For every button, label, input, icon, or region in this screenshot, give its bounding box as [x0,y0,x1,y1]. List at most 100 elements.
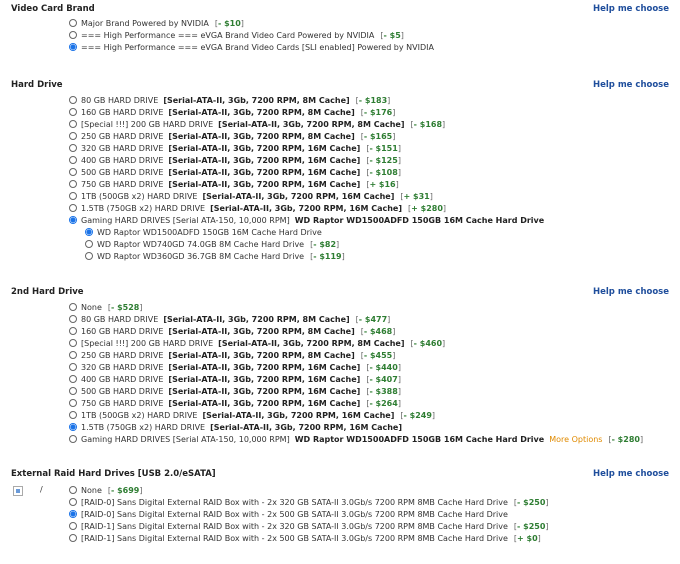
hard-drive-option-spec: [Serial-ATA-II, 3Gb, 7200 RPM, 8M Cache] [218,120,405,129]
radio-button[interactable] [69,30,77,39]
bracket-close: ] [545,522,549,531]
hard-drive-option[interactable]: 160 GB HARD DRIVE [Serial-ATA-II, 3Gb, 72… [69,107,395,119]
hard-drive-option[interactable]: 500 GB HARD DRIVE [Serial-ATA-II, 3Gb, 72… [69,167,401,179]
price-adjustment: [- $250] [514,498,549,507]
video-card-option[interactable]: === High Performance === eVGA Brand Vide… [69,42,434,54]
second-hard-drive-option-label: 750 GB HARD DRIVE [81,399,164,408]
price-adjustment: [- $280] [608,435,643,444]
radio-button[interactable] [69,18,77,27]
radio-button[interactable] [69,422,77,431]
radio-button[interactable] [69,143,77,152]
hard-drive-option[interactable]: 250 GB HARD DRIVE [Serial-ATA-II, 3Gb, 72… [69,131,395,143]
radio-button[interactable] [69,509,77,518]
hard-drive-option-label: [Special !!!] 200 GB HARD DRIVE [81,120,214,129]
second-hard-drive-option[interactable]: 750 GB HARD DRIVE [Serial-ATA-II, 3Gb, 72… [69,398,401,410]
price-adjustment: [- $168] [411,120,446,129]
raid-option[interactable]: None [- $699] [69,485,143,497]
radio-button[interactable] [69,155,77,164]
second-hard-drive-option[interactable]: 160 GB HARD DRIVE [Serial-ATA-II, 3Gb, 72… [69,326,395,338]
help-link-video-card[interactable]: Help me choose [593,4,669,14]
radio-button[interactable] [69,314,77,323]
video-card-option-label: === High Performance === eVGA Brand Vide… [81,31,375,40]
second-hard-drive-option[interactable]: 400 GB HARD DRIVE [Serial-ATA-II, 3Gb, 72… [69,374,401,386]
price-adjustment: [+ $31] [400,192,432,201]
second-hard-drive-option[interactable]: 250 GB HARD DRIVE [Serial-ATA-II, 3Gb, 72… [69,350,395,362]
second-hard-drive-option[interactable]: 1.5TB (750GB x2) HARD DRIVE [Serial-ATA-I… [69,422,402,434]
second-hard-drive-option[interactable]: 80 GB HARD DRIVE [Serial-ATA-II, 3Gb, 720… [69,314,390,326]
radio-button[interactable] [69,362,77,371]
radio-button[interactable] [69,215,77,224]
price-value: - $388 [369,387,398,396]
radio-button[interactable] [69,179,77,188]
hard-drive-option-spec: [Serial-ATA-II, 3Gb, 7200 RPM, 16M Cache… [168,168,361,177]
radio-button[interactable] [85,227,93,236]
hard-drive-option[interactable]: 320 GB HARD DRIVE [Serial-ATA-II, 3Gb, 72… [69,143,401,155]
radio-button[interactable] [69,497,77,506]
radio-button[interactable] [69,131,77,140]
raptor-option[interactable]: WD Raptor WD740GD 74.0GB 8M Cache Hard D… [85,239,339,251]
raid-option[interactable]: [RAID-1] Sans Digital External RAID Box … [69,521,549,533]
radio-button[interactable] [69,398,77,407]
raid-option[interactable]: [RAID-0] Sans Digital External RAID Box … [69,497,549,509]
video-card-option[interactable]: === High Performance === eVGA Brand Vide… [69,30,404,42]
second-hard-drive-option[interactable]: 1TB (500GB x2) HARD DRIVE [Serial-ATA-II,… [69,410,435,422]
raptor-option-label: WD Raptor WD360GD 36.7GB 8M Cache Hard D… [97,252,305,261]
raid-option[interactable]: [RAID-0] Sans Digital External RAID Box … [69,509,508,521]
radio-button[interactable] [69,350,77,359]
video-card-section: Video Card Brand Help me choose Major Br… [0,4,680,56]
hard-drive-option[interactable]: 750 GB HARD DRIVE [Serial-ATA-II, 3Gb, 72… [69,179,399,191]
second-hard-drive-option[interactable]: Gaming HARD DRIVES [Serial ATA-150, 10,0… [69,434,643,446]
raid-option[interactable]: [RAID-1] Sans Digital External RAID Box … [69,533,541,545]
radio-button[interactable] [69,434,77,443]
help-link-second-hard-drive[interactable]: Help me choose [593,287,669,297]
hard-drive-option[interactable]: 1.5TB (750GB x2) HARD DRIVE [Serial-ATA-I… [69,203,446,215]
second-hard-drive-option[interactable]: 500 GB HARD DRIVE [Serial-ATA-II, 3Gb, 72… [69,386,401,398]
video-card-option[interactable]: Major Brand Powered by NVIDIA [- $10] [69,18,244,30]
radio-button[interactable] [69,533,77,542]
radio-button[interactable] [85,239,93,248]
radio-button[interactable] [69,302,77,311]
radio-button[interactable] [69,119,77,128]
price-value: - $528 [111,303,140,312]
raptor-option[interactable]: WD Raptor WD1500ADFD 150GB 16M Cache Har… [85,227,322,239]
hard-drive-option[interactable]: Gaming HARD DRIVES [Serial ATA-150, 10,0… [69,215,544,227]
second-hard-drive-option-label: 500 GB HARD DRIVE [81,387,164,396]
hard-drive-option[interactable]: 80 GB HARD DRIVE [Serial-ATA-II, 3Gb, 720… [69,95,390,107]
hard-drive-option-label: 1.5TB (750GB x2) HARD DRIVE [81,204,206,213]
radio-button[interactable] [69,485,77,494]
radio-button[interactable] [69,42,77,51]
more-options-link[interactable]: More Options [549,435,602,444]
hard-drive-option-label: 1TB (500GB x2) HARD DRIVE [81,192,198,201]
help-link-hard-drive[interactable]: Help me choose [593,80,669,90]
price-value: - $108 [369,168,398,177]
price-adjustment: [- $468] [361,327,396,336]
radio-button[interactable] [69,191,77,200]
radio-button[interactable] [69,374,77,383]
radio-button[interactable] [69,338,77,347]
bracket-close: ] [392,108,396,117]
price-adjustment: [- $440] [366,363,401,372]
radio-button[interactable] [85,251,93,260]
second-hard-drive-option[interactable]: 320 GB HARD DRIVE [Serial-ATA-II, 3Gb, 72… [69,362,401,374]
raptor-option-label: WD Raptor WD740GD 74.0GB 8M Cache Hard D… [97,240,305,249]
second-hard-drive-option[interactable]: None [- $528] [69,302,143,314]
raptor-option[interactable]: WD Raptor WD360GD 36.7GB 8M Cache Hard D… [85,251,345,263]
second-hard-drive-option-label: None [81,303,102,312]
radio-button[interactable] [69,203,77,212]
second-hard-drive-option[interactable]: [Special !!!] 200 GB HARD DRIVE [Serial-A… [69,338,445,350]
radio-button[interactable] [69,386,77,395]
radio-button[interactable] [69,95,77,104]
bracket-close: ] [387,315,391,324]
radio-button[interactable] [69,326,77,335]
hard-drive-option[interactable]: [Special !!!] 200 GB HARD DRIVE [Serial-A… [69,119,445,131]
radio-button[interactable] [69,167,77,176]
radio-button[interactable] [69,410,77,419]
help-link-raid[interactable]: Help me choose [593,469,669,479]
hard-drive-option[interactable]: 400 GB HARD DRIVE [Serial-ATA-II, 3Gb, 72… [69,155,401,167]
second-hard-drive-option-label: 320 GB HARD DRIVE [81,363,164,372]
price-value: - $183 [358,96,388,105]
radio-button[interactable] [69,107,77,116]
radio-button[interactable] [69,521,77,530]
hard-drive-option-spec: [Serial-ATA-II, 3Gb, 7200 RPM, 8M Cache] [168,132,355,141]
hard-drive-option[interactable]: 1TB (500GB x2) HARD DRIVE [Serial-ATA-II,… [69,191,433,203]
